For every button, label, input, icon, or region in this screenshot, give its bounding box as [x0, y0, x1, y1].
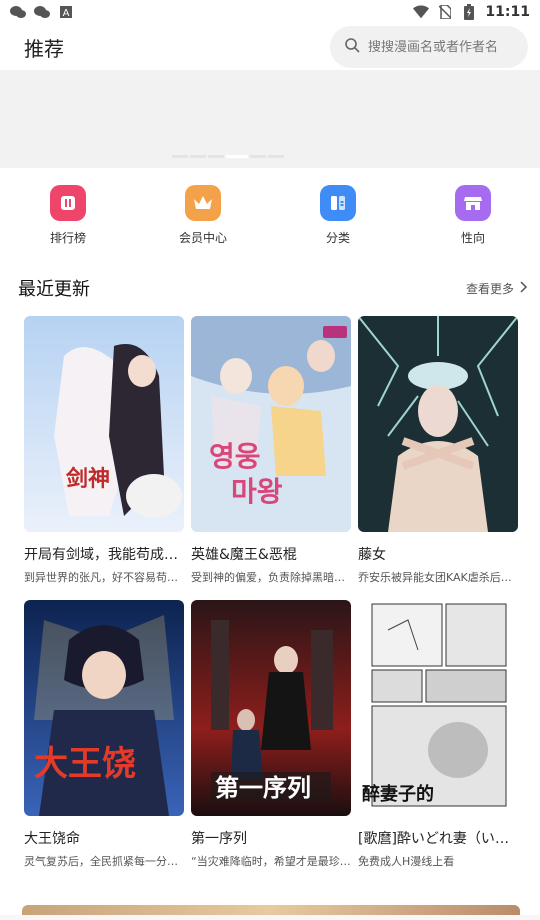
wechat-icon [10, 5, 26, 19]
comic-card[interactable]: 醉妻子的 [歌麿]酔いどれ妻（いどれづま） 免费成人H漫线上看 [358, 600, 518, 869]
banner-dot [268, 155, 284, 158]
quick-nav-label: 排行榜 [49, 231, 86, 245]
banner-dot [250, 155, 266, 158]
comic-cover[interactable]: 醉妻子的 [358, 600, 518, 816]
view-more-link[interactable]: 查看更多 [466, 280, 528, 297]
bottom-nav-bar[interactable] [0, 915, 540, 920]
quick-nav-vip[interactable]: 会员中心 [163, 185, 243, 246]
quick-nav-category[interactable]: 分类 [298, 185, 378, 246]
comic-title: [歌麿]酔いどれ妻（いどれづま） [358, 831, 518, 847]
comic-card[interactable]: 大王饶 大王饶命 灵气复苏后，全民抓紧每一分每一秒修行 [24, 600, 184, 869]
comic-title: 第一序列 [191, 831, 247, 847]
comic-title: 开局有剑域，我能苟成剑神 [24, 547, 184, 563]
category-icon [320, 185, 356, 221]
banner-indicator [172, 155, 284, 158]
comic-cover[interactable]: 大王饶 [24, 600, 184, 816]
search-icon [344, 37, 360, 57]
svg-text:A: A [63, 8, 70, 18]
top-header: 推荐 [0, 24, 540, 70]
svg-text:第一序列: 第一序列 [215, 774, 311, 802]
comic-subtitle: 受到神的偏爱，负责除掉黑暗势力的英雄 [191, 571, 351, 584]
comic-subtitle: 灵气复苏后，全民抓紧每一分每一秒修行 [24, 855, 184, 868]
comic-subtitle: 到异世界的张凡，好不容易苟到中年 [24, 571, 184, 584]
quick-nav-label: 性向 [460, 231, 485, 245]
comic-cover[interactable]: 剑神 [24, 316, 184, 532]
view-more-label: 查看更多 [465, 281, 514, 296]
status-time: 11:11 [485, 4, 530, 20]
comic-title: 英雄&魔王&恶棍 [191, 547, 297, 563]
comic-card[interactable]: 第一序列 第一序列 “当灾难降临时，希望才是最珍贵的东西 [191, 600, 351, 869]
svg-text:大王饶: 大王饶 [34, 744, 136, 784]
comic-title: 藤女 [358, 547, 386, 563]
comic-subtitle: 免费成人H漫线上看 [358, 855, 455, 868]
quick-nav-orientation[interactable]: 性向 [433, 185, 513, 246]
vip-crown-icon [185, 185, 221, 221]
svg-text:剑神: 剑神 [65, 466, 110, 492]
quick-nav-label: 会员中心 [178, 231, 227, 245]
comic-card[interactable]: 剑神 开局有剑域，我能苟成剑神 到异世界的张凡，好不容易苟到中年 [24, 316, 184, 585]
section-title: 最近更新 [18, 279, 90, 300]
a-box-icon: A [58, 5, 74, 19]
battery-charging-icon [461, 4, 477, 20]
recent-updates-header: 最近更新 查看更多 [18, 274, 528, 302]
comic-title: 大王饶命 [24, 831, 80, 847]
banner-dot [172, 155, 188, 158]
svg-text:마왕: 마왕 [231, 475, 283, 508]
banner-carousel[interactable] [0, 70, 540, 168]
comic-subtitle: “当灾难降临时，希望才是最珍贵的东西 [191, 855, 351, 868]
comic-card[interactable]: 藤女 乔安乐被异能女团KAK虐杀后重生 [358, 316, 518, 585]
quick-nav: 排行榜 会员中心 分类 性向 [0, 185, 540, 255]
wechat-icon [34, 5, 50, 19]
comic-cover[interactable] [358, 316, 518, 532]
quick-nav-ranking[interactable]: 排行榜 [28, 185, 108, 246]
chevron-right-icon [520, 280, 528, 296]
search-input[interactable] [368, 39, 508, 55]
comic-cover[interactable]: 第一序列 [191, 600, 351, 816]
quick-nav-label: 分类 [325, 231, 350, 245]
comic-subtitle: 乔安乐被异能女团KAK虐杀后重生 [358, 571, 518, 584]
svg-text:醉妻子的: 醉妻子的 [362, 783, 434, 805]
banner-dot [208, 155, 224, 158]
comic-card[interactable]: 영웅 마왕 英雄&魔王&恶棍 受到神的偏爱，负责除掉黑暗势力的英雄 [191, 316, 351, 585]
comic-cover[interactable]: 영웅 마왕 [191, 316, 351, 532]
banner-dot-active [226, 155, 248, 158]
search-bar[interactable] [330, 26, 528, 68]
status-bar: A 11:11 [0, 0, 540, 24]
wifi-icon [413, 5, 430, 19]
ranking-icon [50, 185, 86, 221]
banner-dot [190, 155, 206, 158]
page-title: 推荐 [24, 36, 64, 61]
no-sim-icon [437, 5, 453, 19]
store-icon [455, 185, 491, 221]
svg-text:영웅: 영웅 [209, 440, 261, 473]
